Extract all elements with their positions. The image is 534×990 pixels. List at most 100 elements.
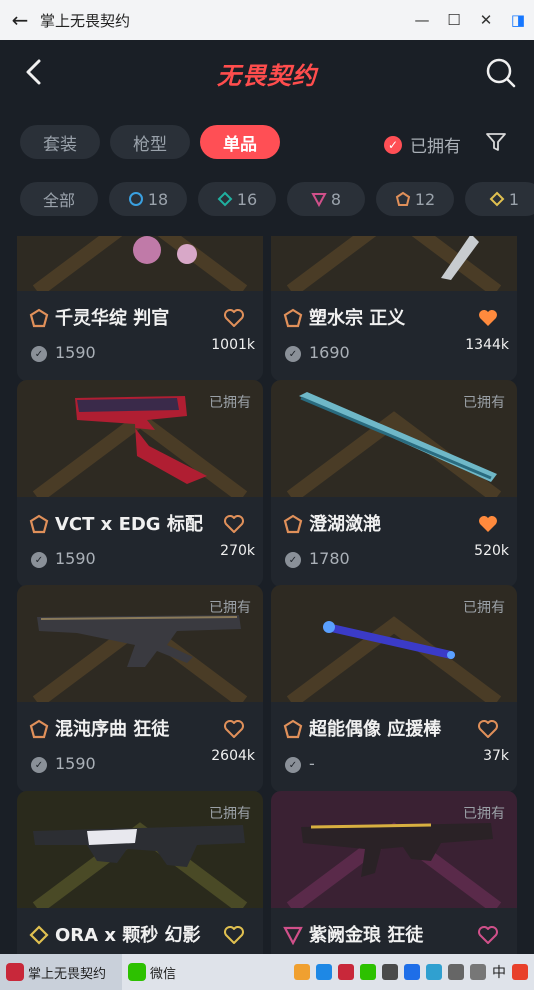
exclusive-tier-icon: [395, 191, 410, 206]
premium-tier-icon: [311, 193, 327, 207]
item-info: VCT x EDG 标配 ✓ 1590 270k: [17, 497, 263, 587]
item-card[interactable]: 千灵华绽 判官 ✓ 1590 1001k: [17, 236, 263, 381]
item-grid: 千灵华绽 判官 ✓ 1590 1001k 塑水宗 正义 ✓ 1690 1344k…: [0, 236, 534, 954]
owned-label: 已拥有: [463, 806, 505, 822]
item-image: [17, 236, 263, 291]
tray-app-icon[interactable]: [404, 964, 420, 980]
tier-select[interactable]: 18: [109, 182, 187, 216]
valorant-points-icon: ✓: [31, 552, 47, 568]
heart-outline-icon[interactable]: [223, 513, 245, 535]
owned-filter-toggle[interactable]: ✓ 已拥有: [384, 132, 461, 157]
taskbar-app-valorant[interactable]: 掌上无畏契约: [0, 954, 122, 990]
valorant-points-icon: ✓: [285, 552, 301, 568]
ultra-tier-icon: [489, 191, 505, 207]
item-name: 混沌序曲 狂徒: [55, 719, 170, 740]
valorant-points-icon: ✓: [285, 757, 301, 773]
tier-exclusive[interactable]: 12: [376, 182, 454, 216]
item-card[interactable]: 已拥有 澄湖潋滟 ✓ 1780 520k: [271, 380, 517, 587]
item-card[interactable]: 已拥有 ORA x 颗秒 幻影: [17, 791, 263, 954]
tab-weapon-type[interactable]: 枪型: [110, 125, 190, 159]
exclusive-tier-icon: [283, 514, 303, 534]
item-image: [271, 236, 517, 291]
item-name: 紫阙金琅 狂徒: [309, 925, 424, 946]
input-method-indicator[interactable]: 中: [492, 962, 506, 982]
item-card[interactable]: 已拥有 VCT x EDG 标配 ✓ 1590 270k: [17, 380, 263, 587]
item-price: 1590: [55, 754, 96, 773]
tray-sogou-icon[interactable]: [512, 964, 528, 980]
tier-premium[interactable]: 8: [287, 182, 365, 216]
background-pattern: [32, 236, 248, 291]
owned-label: 已拥有: [209, 600, 251, 616]
taskbar-app-wechat[interactable]: 微信: [122, 954, 182, 990]
owned-label: 已拥有: [463, 600, 505, 616]
heart-outline-icon[interactable]: [223, 307, 245, 329]
item-likes: 1001k: [211, 337, 255, 353]
heart-outline-icon[interactable]: [477, 924, 499, 946]
item-price: 1590: [55, 343, 96, 362]
owned-label: 已拥有: [463, 395, 505, 411]
back-arrow-icon[interactable]: ←: [0, 8, 40, 32]
tier-deluxe[interactable]: 16: [198, 182, 276, 216]
taskbar-app-label: 掌上无畏契约: [28, 966, 107, 982]
tier-exclusive-count: 12: [414, 189, 436, 209]
window-title: 掌上无畏契约: [40, 11, 131, 30]
search-icon[interactable]: [486, 58, 516, 88]
tab-single-items[interactable]: 单品: [200, 125, 280, 159]
item-info: 紫阙金琅 狂徒: [271, 908, 517, 954]
heart-filled-icon[interactable]: [477, 307, 499, 329]
item-info: 超能偶像 应援棒 ✓ - 37k: [271, 702, 517, 792]
app-header: 无畏契约: [0, 40, 534, 106]
tab-bundles[interactable]: 套装: [20, 125, 100, 159]
tier-ultra[interactable]: 1: [465, 182, 534, 216]
tray-wechat-icon[interactable]: [360, 964, 376, 980]
tray-app-icon[interactable]: [294, 964, 310, 980]
item-card[interactable]: 已拥有 混沌序曲 狂徒 ✓ 1590 2604k: [17, 585, 263, 792]
item-image: 已拥有: [271, 791, 517, 908]
close-icon[interactable]: ✕: [470, 11, 502, 29]
sidebar-toggle-icon[interactable]: ◨: [502, 11, 534, 29]
heart-outline-icon[interactable]: [223, 718, 245, 740]
item-image: 已拥有: [271, 380, 517, 497]
item-price: 1590: [55, 549, 96, 568]
heart-outline-icon[interactable]: [223, 924, 245, 946]
heart-outline-icon[interactable]: [477, 718, 499, 740]
maximize-icon[interactable]: ☐: [438, 11, 470, 29]
network-icon[interactable]: [448, 964, 464, 980]
tier-deluxe-count: 16: [236, 189, 258, 209]
tier-all[interactable]: 全部: [20, 182, 98, 216]
window-title-bar: ← 掌上无畏契约 — ☐ ✕ ◨: [0, 0, 534, 40]
item-image: 已拥有: [271, 585, 517, 702]
tray-app-icon[interactable]: [316, 964, 332, 980]
item-likes: 520k: [474, 543, 509, 559]
item-price: -: [309, 754, 315, 773]
valorant-points-icon: ✓: [31, 346, 47, 362]
item-likes: 1344k: [465, 337, 509, 353]
exclusive-tier-icon: [29, 514, 49, 534]
heart-filled-icon[interactable]: [477, 513, 499, 535]
deluxe-tier-icon: [217, 191, 233, 207]
tray-nvidia-icon[interactable]: [382, 964, 398, 980]
item-price: 1780: [309, 549, 350, 568]
exclusive-tier-icon: [283, 719, 303, 739]
wechat-app-icon: [128, 963, 146, 981]
exclusive-tier-icon: [29, 308, 49, 328]
os-taskbar: 掌上无畏契约 微信 中: [0, 954, 534, 990]
item-likes: 270k: [220, 543, 255, 559]
exclusive-tier-icon: [29, 719, 49, 739]
tray-app-icon[interactable]: [338, 964, 354, 980]
valorant-points-icon: ✓: [285, 346, 301, 362]
tray-app-icon[interactable]: [426, 964, 442, 980]
item-name: 澄湖潋滟: [309, 514, 381, 535]
item-card[interactable]: 已拥有 紫阙金琅 狂徒: [271, 791, 517, 954]
item-card[interactable]: 已拥有 超能偶像 应援棒 ✓ - 37k: [271, 585, 517, 792]
item-card[interactable]: 塑水宗 正义 ✓ 1690 1344k: [271, 236, 517, 381]
tier-premium-count: 8: [330, 189, 342, 209]
item-image: 已拥有: [17, 791, 263, 908]
background-pattern: [286, 236, 502, 291]
system-tray: 中: [294, 962, 534, 982]
item-likes: 2604k: [211, 748, 255, 764]
volume-icon[interactable]: [470, 964, 486, 980]
filter-icon[interactable]: [484, 130, 508, 154]
valorant-points-icon: ✓: [31, 757, 47, 773]
minimize-icon[interactable]: —: [406, 11, 438, 29]
